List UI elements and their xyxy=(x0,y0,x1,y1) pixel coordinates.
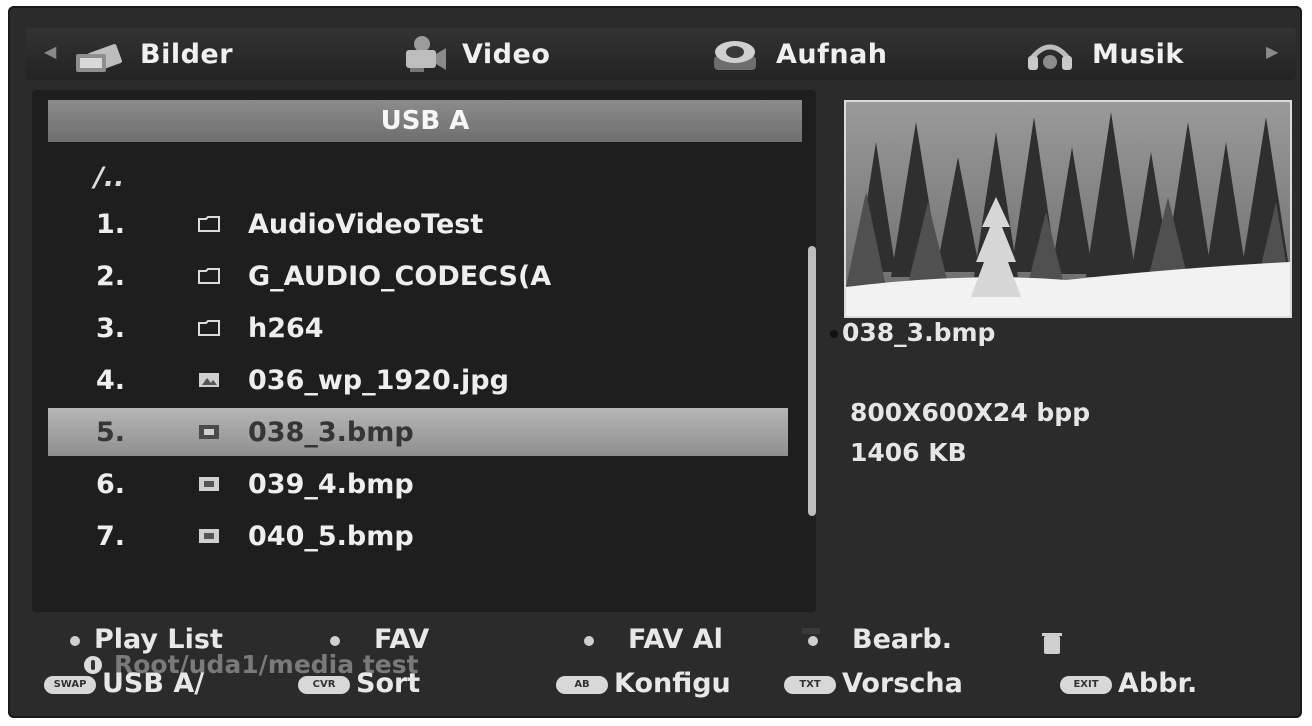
list-item-name: 038_3.bmp xyxy=(248,417,414,448)
list-item-number: 2. xyxy=(96,261,126,292)
exit-key-icon: EXIT xyxy=(1060,675,1112,694)
legend-label: Vorscha xyxy=(842,668,963,699)
legend-bearb[interactable]: Bearb. xyxy=(808,624,952,655)
menu-label-bilder: Bilder xyxy=(140,38,234,70)
list-item-name: 039_4.bmp xyxy=(248,469,414,500)
legend-label: FAV xyxy=(374,624,430,655)
legend-vorscha[interactable]: TXT Vorscha xyxy=(784,668,963,699)
image-file-icon xyxy=(199,529,219,543)
list-item-name: G_AUDIO_CODECS(A xyxy=(248,261,552,292)
list-item-3[interactable]: 3. h264 xyxy=(48,304,788,352)
txt-key-icon: TXT xyxy=(784,675,836,694)
list-item-6[interactable]: 6. 039_4.bmp xyxy=(48,460,788,508)
list-item-name: 040_5.bmp xyxy=(248,521,414,552)
swap-key-icon: SWAP xyxy=(44,675,96,694)
preview-filesize: 1406 KB xyxy=(850,438,967,467)
list-header-usb: USB A xyxy=(48,100,802,142)
legend-play-list[interactable]: Play List xyxy=(70,624,223,655)
folder-icon xyxy=(198,320,220,336)
menu-label-video: Video xyxy=(462,38,551,70)
list-scrollbar[interactable] xyxy=(808,246,816,516)
list-item-name: h264 xyxy=(248,313,324,344)
red-key-icon xyxy=(70,635,80,646)
cvr-key-icon: CVR xyxy=(298,675,350,694)
list-item-1[interactable]: 1. AudioVideoTest xyxy=(48,200,788,248)
preview-resolution: 800X600X24 bpp xyxy=(850,398,1091,427)
media-category-bar: ◀ Bilder Video Aufnah Musik ▶ xyxy=(26,28,1296,80)
image-file-icon xyxy=(199,477,219,491)
legend-usb-swap[interactable]: SWAP USB A/ xyxy=(44,668,204,699)
preview-forest-image xyxy=(846,102,1290,316)
list-item-name: AudioVideoTest xyxy=(248,209,484,240)
right-arrow-icon[interactable]: ▶ xyxy=(1266,42,1278,61)
folder-icon xyxy=(198,216,220,232)
ab-key-icon: AB xyxy=(556,675,608,694)
menu-label-aufnah: Aufnah xyxy=(776,38,888,70)
video-camera-icon xyxy=(392,34,448,74)
green-key-icon xyxy=(330,635,340,646)
image-file-icon xyxy=(199,425,219,439)
music-icon xyxy=(1022,34,1078,74)
list-item-name: 036_wp_1920.jpg xyxy=(248,365,509,396)
legend-fav-all[interactable]: FAV Al xyxy=(584,624,723,655)
list-item-2[interactable]: 2. G_AUDIO_CODECS(A xyxy=(48,252,788,300)
trash-icon xyxy=(1042,633,1062,654)
left-arrow-icon[interactable]: ◀ xyxy=(44,42,56,61)
legend-label: USB A/ xyxy=(102,668,205,699)
pictures-icon xyxy=(70,34,126,74)
list-item-number: 6. xyxy=(96,469,126,500)
legend-konfigu[interactable]: AB Konfigu xyxy=(556,668,731,699)
list-item-number: 4. xyxy=(96,365,126,396)
list-item-number: 5. xyxy=(96,417,126,448)
list-item-5-selected[interactable]: 5. 038_3.bmp xyxy=(48,408,788,456)
list-item-4[interactable]: 4. 036_wp_1920.jpg xyxy=(48,356,788,404)
legend-abbr[interactable]: EXIT Abbr. xyxy=(1060,668,1197,699)
menu-item-musik[interactable]: Musik xyxy=(1022,32,1184,76)
bullet-icon xyxy=(830,330,838,338)
legend-label: Abbr. xyxy=(1118,668,1198,699)
legend-label: FAV Al xyxy=(628,624,723,655)
menu-item-bilder[interactable]: Bilder xyxy=(70,32,233,76)
record-icon xyxy=(706,34,762,74)
legend-delete[interactable] xyxy=(1042,630,1062,661)
menu-item-aufnah[interactable]: Aufnah xyxy=(706,32,888,76)
legend-label: Konfigu xyxy=(614,668,731,699)
folder-icon xyxy=(198,268,220,284)
parent-directory-item[interactable]: /.. xyxy=(94,162,124,193)
file-list-panel: USB A /.. 1. AudioVideoTest 2. G_AUDIO_C… xyxy=(32,90,820,679)
preview-filename-text: 038_3.bmp xyxy=(842,318,996,347)
legend-fav[interactable]: FAV xyxy=(330,624,429,655)
legend-sort[interactable]: CVR Sort xyxy=(298,668,420,699)
yellow-key-icon xyxy=(584,635,594,646)
image-preview xyxy=(844,100,1292,318)
list-item-7[interactable]: 7. 040_5.bmp xyxy=(48,512,788,560)
preview-filename: 038_3.bmp xyxy=(830,318,995,347)
menu-item-video[interactable]: Video xyxy=(392,32,550,76)
media-browser-window: ◀ Bilder Video Aufnah Musik ▶ USB A /.. … xyxy=(8,6,1302,718)
menu-label-musik: Musik xyxy=(1092,38,1184,70)
legend-label: Play List xyxy=(94,624,223,655)
legend-label: Sort xyxy=(356,668,421,699)
blue-key-icon xyxy=(808,635,818,646)
image-file-icon xyxy=(199,373,219,387)
list-item-number: 3. xyxy=(96,313,126,344)
legend-label: Bearb. xyxy=(852,624,953,655)
list-item-number: 7. xyxy=(96,521,126,552)
list-item-number: 1. xyxy=(96,209,126,240)
